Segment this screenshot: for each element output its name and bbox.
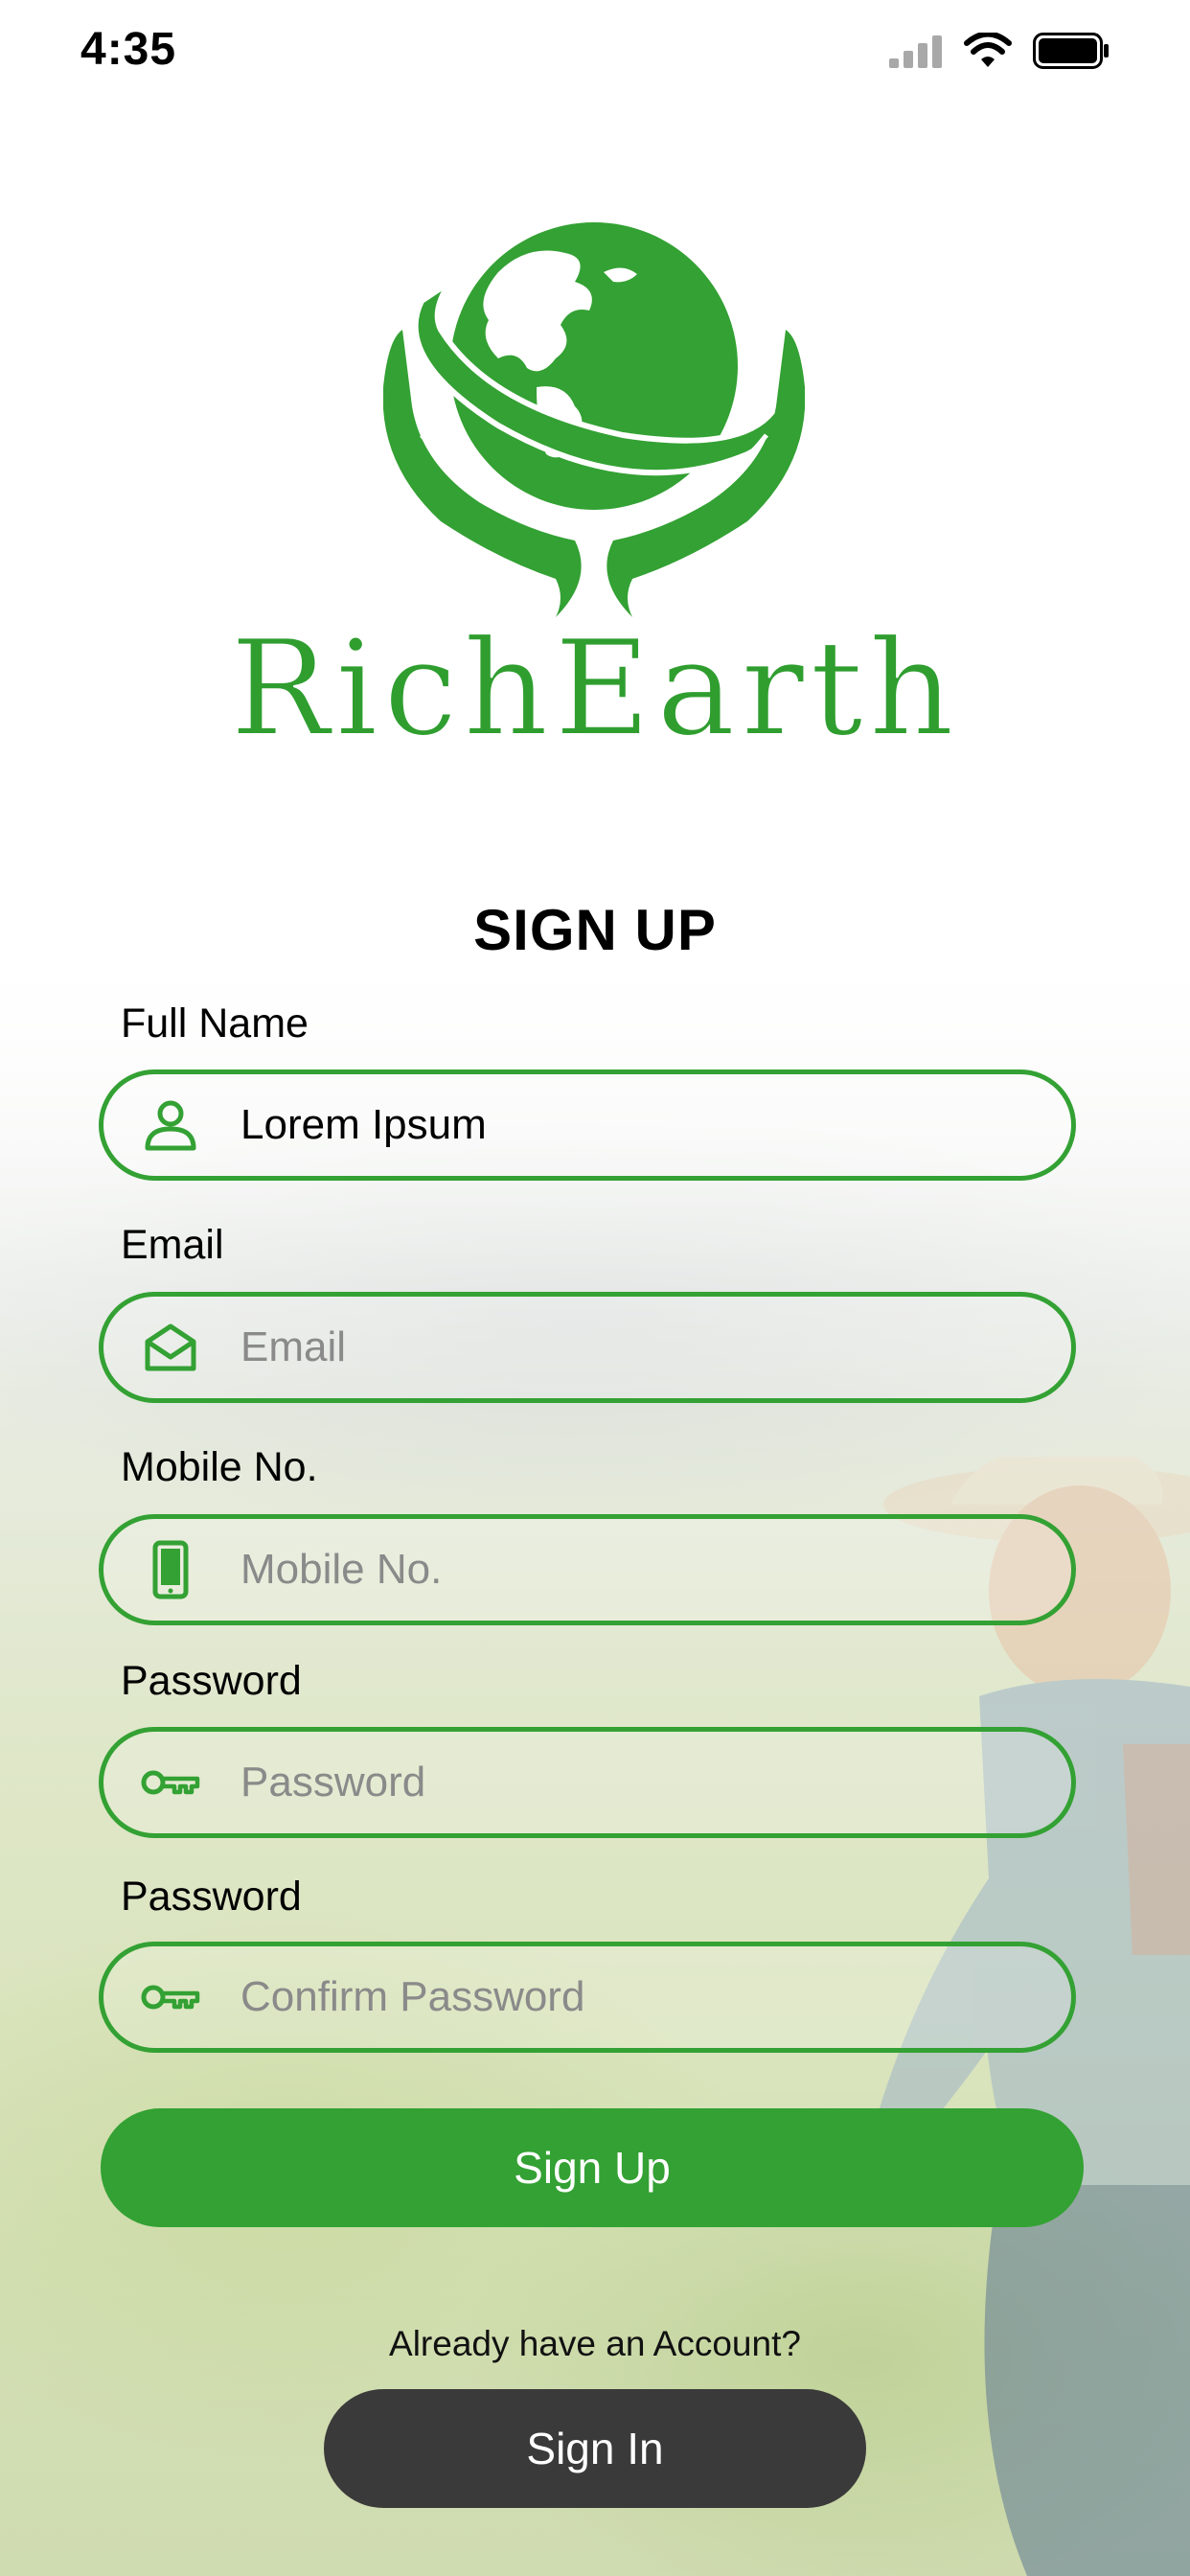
brand-wordmark: RichEarth: [229, 611, 960, 766]
globe-hands-logo: [383, 222, 805, 617]
status-time: 4:35: [80, 24, 177, 75]
battery-icon: [1033, 33, 1109, 69]
full-name-field[interactable]: [99, 1070, 1076, 1181]
password-input[interactable]: [240, 1759, 1026, 1806]
user-icon: [137, 1092, 204, 1159]
sign-in-button[interactable]: Sign In: [324, 2389, 866, 2508]
password-label: Password: [121, 1658, 302, 1704]
key-icon: [137, 1964, 204, 2031]
wifi-icon: [964, 33, 1012, 67]
sign-up-button[interactable]: Sign Up: [101, 2108, 1084, 2227]
status-bar: 4:35: [0, 0, 1190, 105]
already-have-account-text: Already have an Account?: [389, 2324, 801, 2363]
envelope-icon: [137, 1314, 204, 1381]
mobile-field[interactable]: [99, 1514, 1076, 1625]
email-input[interactable]: [240, 1323, 1026, 1371]
mobile-label: Mobile No.: [121, 1444, 318, 1490]
full-name-input[interactable]: [240, 1101, 1026, 1149]
phone-icon: [137, 1536, 204, 1603]
status-icons: [889, 33, 1110, 69]
signup-screen: 4:35 RichEarth SIGN UP Full Name Lorem I…: [0, 0, 1190, 2576]
confirm-password-field[interactable]: [99, 1942, 1076, 2053]
full-name-label: Full Name: [121, 1000, 309, 1046]
mobile-input[interactable]: [240, 1546, 1026, 1594]
key-icon: [137, 1749, 204, 1816]
password-field[interactable]: [99, 1727, 1076, 1838]
email-label: Email: [121, 1222, 224, 1268]
confirm-password-input[interactable]: [240, 1973, 1026, 2021]
signal-icon: [889, 35, 942, 68]
confirm-password-label: Password: [121, 1874, 302, 1920]
page-title: SIGN UP: [473, 898, 717, 962]
email-field[interactable]: [99, 1292, 1076, 1403]
